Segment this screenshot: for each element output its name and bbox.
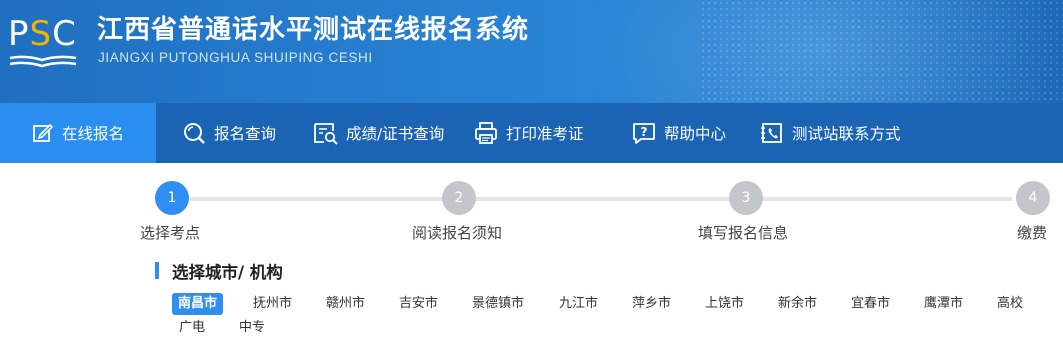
world-map-pattern	[700, 0, 1063, 103]
nav-label: 在线报名	[61, 125, 124, 143]
step-2-circle: 2	[442, 181, 476, 215]
logo-letter-s: S	[29, 14, 53, 54]
nav-label: 测试站联系方式	[792, 125, 901, 143]
step-4-label: 缴费	[1017, 224, 1048, 242]
city-option-shangrao[interactable]: 上饶市	[699, 293, 750, 315]
header-banner: PSC 江西省普通话水平测试在线报名系统 JIANGXI PUTONGHUA S…	[0, 0, 1063, 103]
svg-text:?: ?	[641, 125, 648, 139]
city-option-yingtan[interactable]: 鹰潭市	[918, 293, 969, 315]
city-option-jiujiang[interactable]: 九江市	[553, 293, 604, 315]
city-option-jingdezhen[interactable]: 景德镇市	[466, 293, 530, 315]
logo-letter-c: C	[52, 14, 77, 54]
logo-letter-p: P	[8, 14, 30, 54]
section-accent-bar	[155, 262, 159, 279]
nav-help-center[interactable]: ? 帮助中心	[632, 103, 726, 163]
city-option-broadcasting[interactable]: 广电	[173, 317, 211, 339]
site-title: 江西省普通话水平测试在线报名系统	[97, 15, 530, 45]
step-3-circle: 3	[729, 181, 763, 215]
nav-label: 成绩/证书查询	[346, 125, 445, 143]
city-option-fuzhou[interactable]: 抚州市	[247, 293, 298, 315]
nav-test-site-contacts[interactable]: 测试站联系方式	[760, 103, 901, 163]
step-4-circle: 4	[1016, 181, 1050, 215]
step-1-label: 选择考点	[140, 224, 201, 242]
certificate-search-icon	[314, 123, 338, 145]
nav-print-admission-ticket[interactable]: 打印准考证	[474, 103, 584, 163]
site-subtitle: JIANGXI PUTONGHUA SHUIPING CESHI	[98, 50, 373, 65]
step-track	[190, 197, 1012, 201]
nav-label: 打印准考证	[506, 125, 584, 143]
city-option-ganzhou[interactable]: 赣州市	[320, 293, 371, 315]
logo-text: PSC	[8, 14, 78, 54]
city-option-yichun[interactable]: 宜春市	[845, 293, 896, 315]
nav-online-registration[interactable]: 在线报名	[0, 103, 156, 163]
psc-logo[interactable]: PSC	[8, 14, 78, 70]
printer-icon	[475, 122, 497, 144]
step-3-label: 填写报名信息	[698, 224, 789, 242]
nav-label: 报名查询	[214, 125, 277, 143]
edit-icon	[33, 123, 54, 142]
city-option-pingxiang[interactable]: 萍乡市	[626, 293, 677, 315]
nav-score-certificate-query[interactable]: 成绩/证书查询	[312, 103, 444, 163]
help-icon: ?	[633, 123, 655, 144]
step-2-label: 阅读报名须知	[412, 224, 503, 242]
city-option-vocational-school[interactable]: 中专	[233, 317, 271, 339]
nav-label: 帮助中心	[664, 125, 727, 143]
book-icon	[9, 55, 77, 68]
phone-icon	[761, 123, 782, 143]
city-option-nanchang[interactable]: 南昌市	[172, 293, 224, 315]
city-option-xinyu[interactable]: 新余市	[772, 293, 823, 315]
step-1-circle: 1	[155, 181, 189, 215]
city-option-universities[interactable]: 高校	[991, 293, 1029, 315]
nav-registration-query[interactable]: 报名查询	[182, 103, 276, 163]
section-title: 选择城市/ 机构	[172, 263, 283, 282]
main-nav: 在线报名 报名查询 成绩/证书查询 打印准考证 ? 帮助中心 测试站联系方式	[0, 103, 1063, 163]
city-option-jian[interactable]: 吉安市	[393, 293, 444, 315]
search-icon	[184, 123, 205, 144]
